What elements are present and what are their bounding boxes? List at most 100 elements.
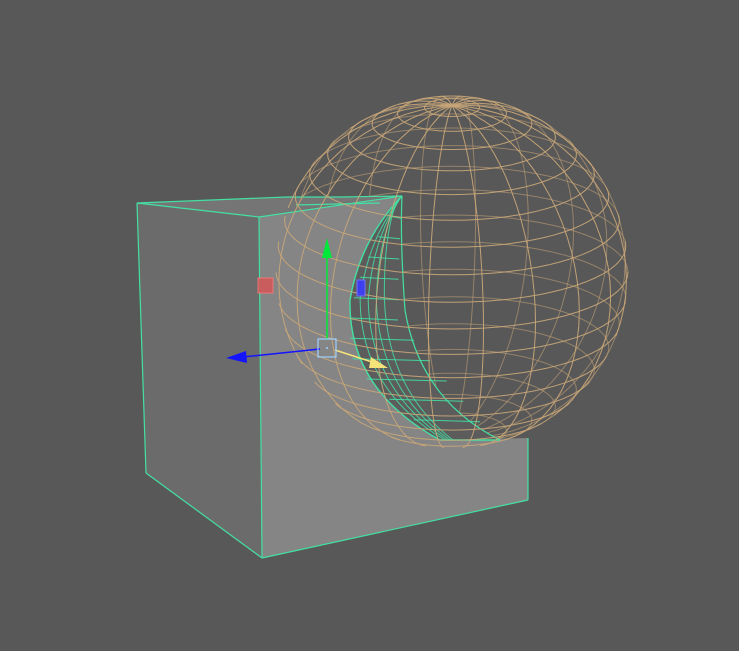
sphere-wire-segment	[465, 219, 478, 221]
sphere-wire-segment	[434, 113, 437, 116]
sphere-wire-segment	[431, 148, 439, 150]
sphere-wire-segment	[481, 356, 484, 370]
sphere-wire-segment	[433, 96, 438, 98]
sphere-wire-segment	[424, 105, 426, 107]
sphere-wire-segment	[427, 219, 441, 221]
sphere-wire-segment	[463, 428, 475, 431]
sphere-wire-segment	[430, 112, 433, 115]
sphere-wire-segment	[624, 245, 627, 251]
sphere-wire-segment	[465, 166, 481, 168]
sphere-wire-segment	[470, 413, 475, 415]
sphere-wire-segment	[578, 311, 580, 326]
sphere-wire-segment	[467, 113, 470, 116]
sphere-wire-segment	[421, 166, 437, 168]
sphere-wire-segment	[467, 376, 483, 378]
sphere-wire-segment	[465, 96, 471, 98]
sphere-wire-segment	[624, 240, 627, 246]
sphere-wire-segment	[422, 353, 438, 355]
sphere-wire-segment	[474, 245, 476, 261]
sphere-wire-segment	[425, 110, 428, 112]
sphere-wire-segment	[429, 349, 441, 351]
sphere-wire-segment	[433, 129, 439, 132]
sphere-wire-segment	[468, 353, 484, 355]
sphere-wire-segment	[473, 444, 480, 446]
sphere-wire-segment	[575, 150, 577, 155]
scene-canvas[interactable]	[0, 0, 739, 651]
sphere-wire-segment	[477, 109, 479, 111]
sphere-wire-segment	[468, 300, 484, 303]
sphere-wire-segment	[425, 397, 440, 399]
sphere-wire-segment	[472, 349, 484, 352]
sphere-wire-segment	[467, 99, 470, 102]
sphere-wire-segment	[429, 112, 432, 114]
sphere-wire-segment	[425, 246, 440, 248]
sphere-wire-segment	[467, 273, 483, 276]
sphere-wire-segment	[425, 438, 435, 441]
sphere-wire-segment	[575, 385, 577, 390]
sphere-wire-segment	[278, 267, 280, 283]
sphere-wire-segment	[294, 196, 297, 202]
sphere-wire-segment	[429, 101, 432, 103]
sphere-wire-segment	[427, 102, 430, 104]
sphere-wire-segment	[618, 318, 620, 324]
sphere-wire-segment	[309, 174, 311, 179]
sphere-wire-segment	[329, 313, 332, 328]
sphere-wire-segment	[481, 283, 484, 299]
sphere-wire-segment	[470, 169, 480, 171]
sphere-wire-segment	[422, 301, 438, 303]
sphere-wire-segment	[431, 444, 439, 447]
sphere-wire-segment	[465, 102, 479, 105]
sphere-wire-segment	[423, 376, 439, 378]
sphere-wire-segment	[466, 245, 481, 248]
sphere-wire-segment	[472, 394, 479, 397]
sphere-wire-segment	[624, 261, 626, 277]
sphere-wire-segment	[428, 283, 430, 299]
sphere-wire-segment	[425, 169, 435, 171]
sphere-wire-segment	[468, 327, 484, 330]
sphere-wire-segment	[277, 246, 280, 252]
sphere-wire-segment	[465, 414, 478, 417]
sphere-wire-segment	[423, 145, 438, 147]
sphere-wire-segment	[327, 154, 329, 159]
sphere-wire-segment	[420, 174, 423, 188]
sphere-wire-segment	[296, 284, 299, 300]
sphere-wire-segment	[420, 241, 436, 244]
sphere-wire-segment	[463, 323, 477, 325]
sphere-wire-segment	[465, 268, 481, 271]
sphere-wire-segment	[464, 296, 479, 298]
sphere-wire-segment	[474, 174, 476, 188]
sphere-wire-segment	[428, 268, 431, 284]
sphere-wire-segment	[431, 193, 442, 195]
sphere-wire-segment	[572, 230, 575, 246]
sphere-wire-segment	[425, 109, 427, 111]
sphere-wire-segment	[463, 193, 475, 195]
sphere-wire-segment	[607, 342, 610, 348]
sphere-wire-segment	[473, 161, 476, 175]
sphere-wire-segment	[423, 296, 438, 299]
sphere-wire-segment	[462, 349, 473, 351]
sphere-wire-segment	[593, 169, 595, 174]
sphere-wire-segment	[607, 191, 610, 197]
xy-plane-handle[interactable]	[356, 279, 366, 297]
sphere-wire-segment	[472, 98, 479, 100]
yz-plane-handle[interactable]	[257, 277, 274, 294]
sphere-wire-segment	[477, 104, 479, 106]
sphere-wire-segment	[423, 273, 439, 276]
sphere-wire-segment	[625, 279, 627, 295]
sphere-wire-segment	[473, 112, 475, 114]
sphere-wire-segment	[607, 196, 610, 201]
sphere-wire-segment	[578, 296, 580, 312]
sphere-wire-segment	[618, 220, 620, 226]
sphere-wire-segment	[284, 216, 286, 221]
sphere-wire-segment	[469, 373, 479, 375]
sphere-wire-segment	[466, 148, 474, 150]
sphere-wire-segment	[466, 214, 482, 217]
sphere-wire-segment	[425, 104, 427, 106]
sphere-wire-segment	[429, 129, 434, 131]
sphere-wire-segment	[419, 349, 430, 352]
3d-viewport[interactable]	[0, 0, 739, 651]
sphere-wire-segment	[421, 268, 437, 271]
sphere-wire-segment	[464, 145, 479, 147]
sphere-wire-segment	[470, 129, 476, 131]
sphere-wire-segment	[473, 260, 476, 276]
